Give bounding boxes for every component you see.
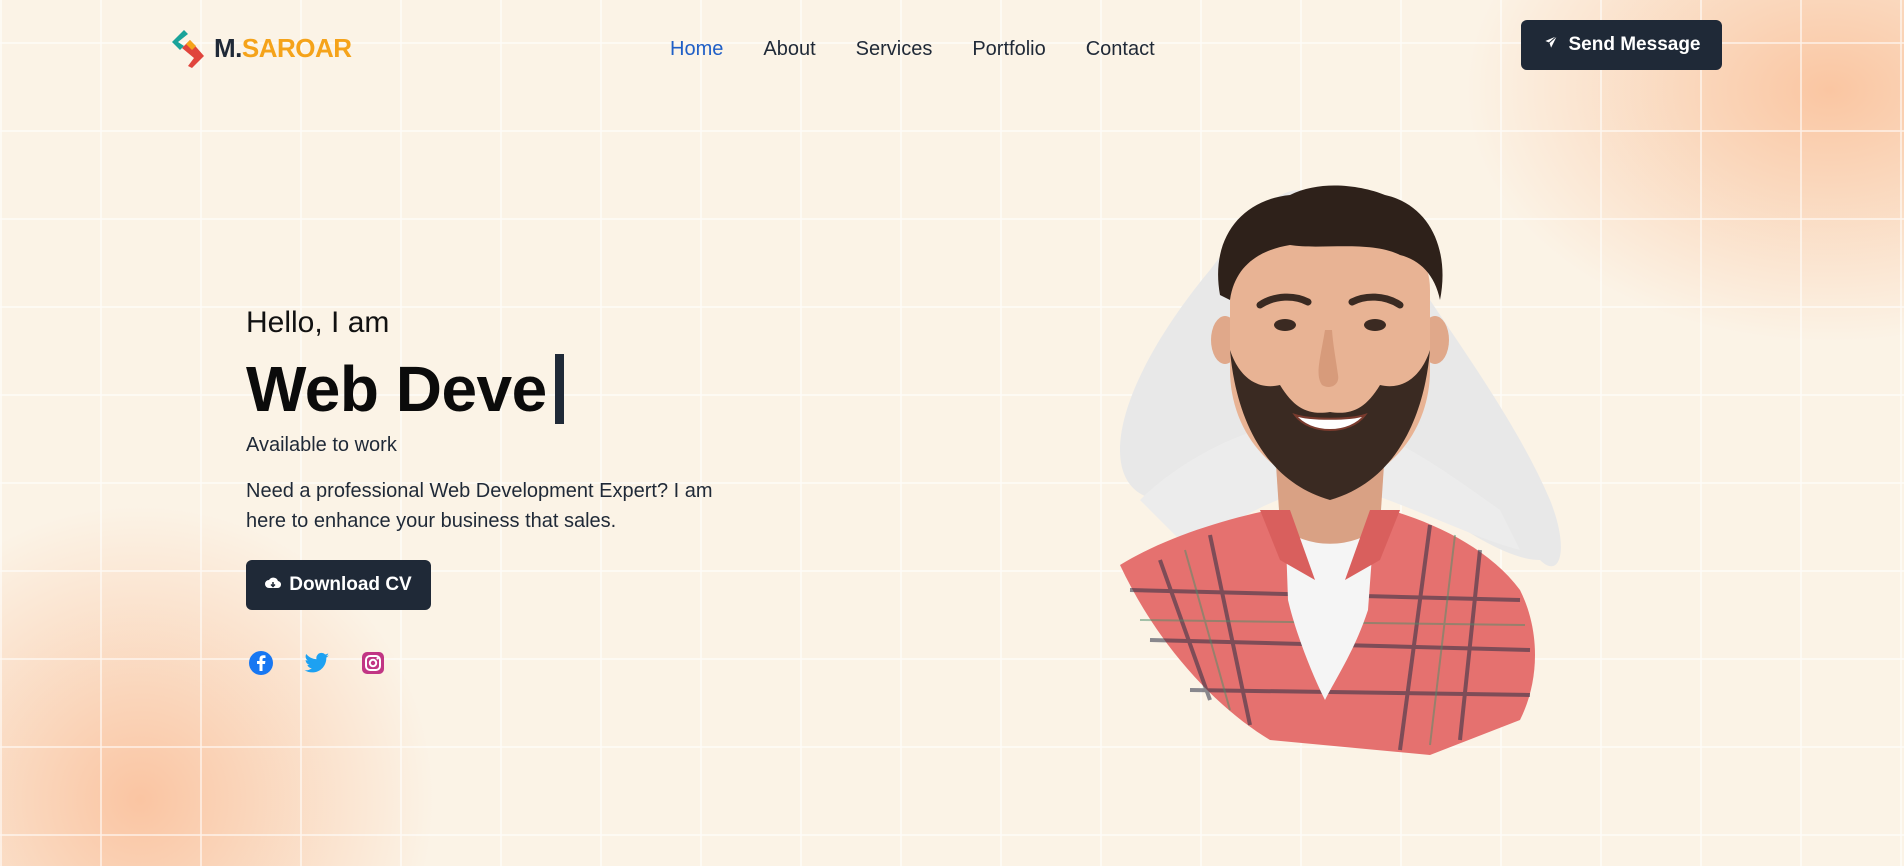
social-links bbox=[248, 650, 386, 676]
hero-typed-role: Web Deve bbox=[246, 352, 564, 426]
nav-services[interactable]: Services bbox=[856, 38, 933, 61]
typing-cursor bbox=[554, 354, 564, 424]
background-grid bbox=[0, 0, 1904, 866]
send-message-button[interactable]: Send Message bbox=[1521, 20, 1722, 70]
nav-contact[interactable]: Contact bbox=[1086, 38, 1155, 61]
hero-portrait bbox=[1100, 180, 1580, 760]
hero-greeting: Hello, I am bbox=[246, 306, 390, 339]
paper-plane-icon bbox=[1542, 34, 1559, 56]
logo-text: M.SAROAR bbox=[214, 33, 352, 64]
facebook-icon[interactable] bbox=[248, 650, 274, 676]
logo-name: SAROAR bbox=[241, 32, 352, 63]
hero-description: Need a professional Web Development Expe… bbox=[246, 480, 713, 532]
send-message-label: Send Message bbox=[1568, 34, 1701, 55]
availability-text: Available to work bbox=[246, 434, 397, 456]
instagram-icon[interactable] bbox=[360, 650, 386, 676]
cloud-download-icon bbox=[265, 574, 282, 596]
nav-home[interactable]: Home bbox=[670, 38, 723, 61]
nav-about[interactable]: About bbox=[763, 38, 815, 61]
download-cv-button[interactable]: Download CV bbox=[246, 560, 431, 610]
download-cv-label: Download CV bbox=[289, 574, 412, 595]
logo-chevron-icon bbox=[170, 28, 206, 68]
typed-role-text: Web Deve bbox=[246, 353, 547, 425]
main-nav: Home About Services Portfolio Contact bbox=[670, 38, 1155, 61]
twitter-icon[interactable] bbox=[304, 650, 330, 676]
nav-portfolio[interactable]: Portfolio bbox=[972, 38, 1045, 61]
site-logo[interactable]: M.SAROAR bbox=[170, 28, 352, 68]
logo-prefix: M. bbox=[214, 32, 242, 63]
